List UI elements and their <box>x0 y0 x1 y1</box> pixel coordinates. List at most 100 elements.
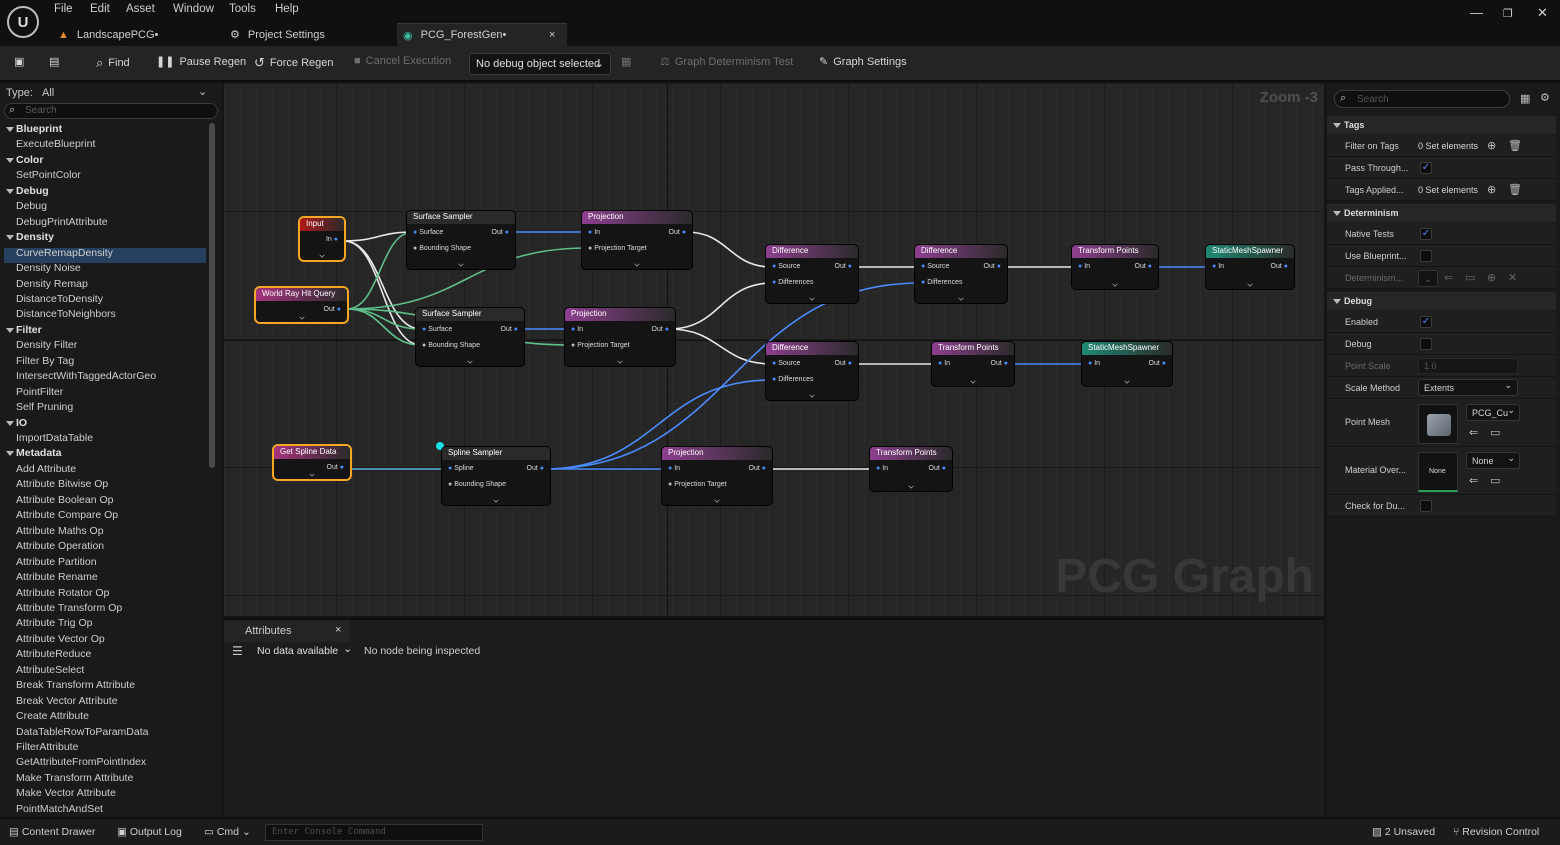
browse-icon[interactable]: ▭ <box>1490 426 1500 439</box>
node-input-pin[interactable]: ● Surface <box>422 326 452 333</box>
unsaved-button[interactable]: ▨ 2 Unsaved <box>1372 826 1435 838</box>
use-selected-icon[interactable]: ⇐ <box>1469 426 1478 439</box>
revision-control-button[interactable]: ⑂ Revision Control <box>1453 826 1539 838</box>
pause-regen-button[interactable]: ❚❚ Pause Regen <box>156 55 246 69</box>
node-input-pin[interactable]: ● Surface <box>413 229 443 236</box>
palette-item[interactable]: Make Vector Attribute <box>16 787 116 799</box>
palette-item[interactable]: Filter By Tag <box>16 355 74 367</box>
debug-select-icon[interactable]: ▦ <box>621 55 631 68</box>
type-filter[interactable]: Type: All ⌄ <box>4 85 216 101</box>
node-output-pin[interactable]: Out ● <box>327 464 344 471</box>
expand-chevron-icon[interactable] <box>298 314 305 320</box>
palette-item[interactable]: ExecuteBlueprint <box>16 138 95 150</box>
pcg-node[interactable]: Surface Sampler ● Surface ● Bounding Shape… <box>416 308 524 366</box>
palette-item[interactable]: Attribute Maths Op <box>16 525 104 537</box>
node-output-pin[interactable]: Out ● <box>835 263 852 270</box>
section-debug[interactable]: Debug <box>1327 292 1556 310</box>
node-input-pin[interactable]: ● Differences <box>921 279 962 286</box>
node-output-pin[interactable]: Out ● <box>835 360 852 367</box>
pcg-node[interactable]: Difference ● Source ● Differences Out ● <box>915 245 1007 303</box>
menu-help[interactable]: Help <box>275 3 299 15</box>
node-output-pin[interactable]: Out ● <box>527 465 544 472</box>
section-determinism[interactable]: Determinism <box>1327 204 1556 222</box>
expand-chevron-icon[interactable] <box>958 295 964 301</box>
node-input-pin[interactable]: ● In <box>1078 263 1090 270</box>
point-mesh-thumbnail[interactable] <box>1418 404 1458 444</box>
add-element-icon[interactable]: ⊕ <box>1487 139 1496 152</box>
palette-category[interactable]: IO <box>5 417 27 429</box>
save-icon[interactable]: ▣ <box>14 55 24 68</box>
gear-icon[interactable]: ⚙ <box>1540 91 1550 104</box>
palette-item[interactable]: Self Pruning <box>16 401 73 413</box>
node-input-pin[interactable]: ● Projection Target <box>588 245 647 252</box>
trash-icon[interactable]: 🗑 <box>1508 183 1522 196</box>
palette-item[interactable]: PointFilter <box>16 386 63 398</box>
node-input-pin[interactable]: ● In <box>668 465 680 472</box>
palette-category[interactable]: Color <box>5 154 43 166</box>
node-input-pin[interactable]: ● In <box>876 465 888 472</box>
close-tab-icon[interactable]: × <box>335 624 341 636</box>
restore-icon[interactable]: ❐ <box>1503 7 1513 20</box>
pcg-node[interactable]: Surface Sampler ● Surface ● Bounding Shape… <box>407 211 515 269</box>
pcg-node[interactable]: StaticMeshSpawner ● In Out ● <box>1082 342 1172 386</box>
table-view-icon[interactable]: ▦ <box>1520 92 1530 105</box>
browse-icon[interactable]: ▭ <box>1465 271 1475 284</box>
expand-chevron-icon[interactable] <box>1247 281 1253 287</box>
unreal-logo-icon[interactable]: U <box>7 6 39 38</box>
expand-chevron-icon[interactable] <box>634 261 640 267</box>
palette-item[interactable]: ImportDataTable <box>16 432 93 444</box>
graph-canvas[interactable]: Input In ● World Ray Hit Query Out ● Get Spl… <box>224 83 1324 616</box>
palette-item[interactable]: Density Filter <box>16 339 77 351</box>
material-thumbnail[interactable]: None <box>1418 452 1458 492</box>
palette-item[interactable]: Attribute Rotator Op <box>16 587 109 599</box>
use-selected-icon[interactable]: ⇐ <box>1469 474 1478 487</box>
clear-icon[interactable]: ✕ <box>1508 271 1517 284</box>
expand-chevron-icon[interactable] <box>458 261 464 267</box>
section-tags[interactable]: Tags <box>1327 116 1556 134</box>
menu-tools[interactable]: Tools <box>229 3 256 15</box>
filter-icon[interactable]: ☰ <box>232 644 243 658</box>
palette-item[interactable]: Attribute Boolean Op <box>16 494 113 506</box>
point-scale-input[interactable]: 1.0 <box>1418 358 1518 374</box>
expand-chevron-icon[interactable] <box>908 483 914 489</box>
node-input-pin[interactable]: ● In <box>1088 360 1100 367</box>
menu-file[interactable]: File <box>54 3 73 15</box>
palette-item[interactable]: DistanceToDensity <box>16 293 103 305</box>
node-output-pin[interactable]: Out ● <box>492 229 509 236</box>
add-element-icon[interactable]: ⊕ <box>1487 183 1496 196</box>
node-input-pin[interactable]: ● Bounding Shape <box>413 245 471 252</box>
scale-method-dropdown[interactable]: Extents ⌄ <box>1418 379 1518 396</box>
palette-item[interactable]: Break Vector Attribute <box>16 695 118 707</box>
node-output-pin[interactable]: Out ● <box>929 465 946 472</box>
palette-search-input[interactable]: ⌕ Search <box>4 103 218 119</box>
node-input-pin[interactable]: ● In <box>938 360 950 367</box>
palette-category[interactable]: Blueprint <box>5 123 62 135</box>
pcg-node[interactable]: Difference ● Source ● Differences Out ● <box>766 342 858 400</box>
pcg-node[interactable]: Projection ● In ● Projection Target Out ● <box>582 211 692 269</box>
palette-category[interactable]: Metadata <box>6 447 62 459</box>
node-input-pin[interactable]: ● In <box>571 326 583 333</box>
node-input-pin[interactable]: ● Bounding Shape <box>422 342 480 349</box>
node-input-pin[interactable]: ● Projection Target <box>571 342 630 349</box>
pcg-node[interactable]: StaticMeshSpawner ● In Out ● <box>1206 245 1294 289</box>
find-button[interactable]: ⌕ Find <box>96 55 130 71</box>
use-selected-icon[interactable]: ⇐ <box>1444 271 1453 284</box>
node-input-pin[interactable]: ● In <box>1212 263 1224 270</box>
expand-chevron-icon[interactable] <box>309 471 315 477</box>
node-output-pin[interactable]: Out ● <box>669 229 686 236</box>
expand-chevron-icon[interactable] <box>467 358 473 364</box>
node-input-pin[interactable]: ● Spline <box>448 465 474 472</box>
palette-item[interactable]: SetPointColor <box>16 169 81 181</box>
node-input-pin[interactable]: ● In <box>588 229 600 236</box>
cancel-execution-button[interactable]: ■ Cancel Execution <box>354 55 451 67</box>
palette-scrollbar[interactable] <box>209 123 215 468</box>
pcg-node[interactable]: Transform Points ● In Out ● <box>932 342 1014 386</box>
pass-through-checkbox[interactable]: ✓ <box>1420 162 1432 174</box>
pcg-node[interactable]: Transform Points ● In Out ● <box>1072 245 1158 289</box>
trash-icon[interactable]: 🗑 <box>1508 139 1522 152</box>
browse-icon[interactable]: ▭ <box>1490 474 1500 487</box>
expand-chevron-icon[interactable] <box>1124 378 1130 384</box>
node-output-pin[interactable]: Out ● <box>652 326 669 333</box>
palette-item[interactable]: Attribute Partition <box>16 556 97 568</box>
material-dropdown[interactable]: None ⌄ <box>1466 452 1520 469</box>
